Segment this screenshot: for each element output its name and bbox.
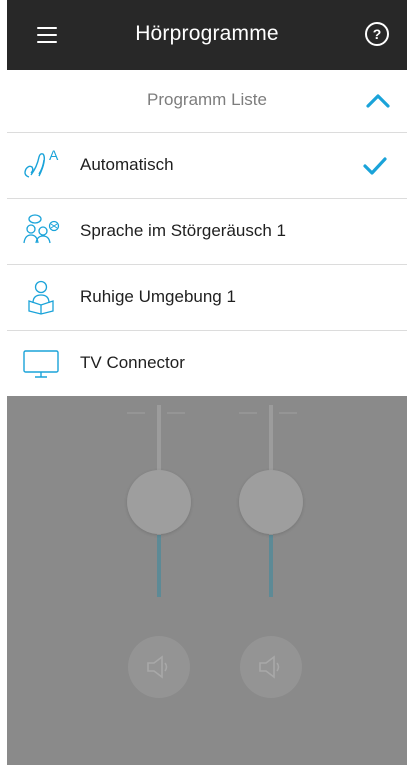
svg-text:A: A bbox=[49, 147, 59, 163]
speaker-icon bbox=[147, 655, 168, 679]
right-volume-fill bbox=[269, 535, 273, 597]
program-list-header[interactable]: Programm Liste bbox=[7, 70, 407, 133]
right-mute-button[interactable] bbox=[240, 636, 302, 698]
help-icon[interactable]: ? bbox=[365, 22, 389, 46]
app-screen: Hörprogramme ? Programm Liste A Automati… bbox=[7, 0, 407, 765]
slider-tick bbox=[279, 412, 297, 414]
hearing-aid-auto-icon: A bbox=[24, 147, 59, 178]
left-volume-fill bbox=[157, 535, 161, 597]
tv-icon bbox=[23, 350, 59, 378]
program-item-sprache-im-stoergeraeusch-1[interactable]: Sprache im Störgeräusch 1 bbox=[7, 199, 407, 265]
program-item-ruhige-umgebung-1[interactable]: Ruhige Umgebung 1 bbox=[7, 265, 407, 331]
slider-tick bbox=[167, 412, 185, 414]
program-item-label: Sprache im Störgeräusch 1 bbox=[80, 221, 286, 240]
slider-tick bbox=[127, 412, 145, 414]
program-item-label: Ruhige Umgebung 1 bbox=[80, 287, 236, 306]
program-item-label: TV Connector bbox=[80, 353, 185, 372]
quiet-reading-icon bbox=[28, 280, 54, 315]
speech-in-noise-icon bbox=[23, 214, 60, 244]
program-list-dropdown: Programm Liste A Automatisch Sprache im … bbox=[7, 70, 407, 396]
chevron-up-icon[interactable] bbox=[365, 90, 391, 110]
program-item-automatisch[interactable]: A Automatisch bbox=[7, 133, 407, 199]
speaker-icon bbox=[259, 655, 280, 679]
left-mute-button[interactable] bbox=[128, 636, 190, 698]
app-header: Hörprogramme ? bbox=[7, 0, 407, 70]
program-item-label: Automatisch bbox=[80, 155, 174, 174]
left-volume-knob[interactable] bbox=[127, 470, 191, 534]
right-volume-knob[interactable] bbox=[239, 470, 303, 534]
program-list-title: Programm Liste bbox=[147, 90, 267, 109]
program-item-tv-connector[interactable]: TV Connector bbox=[7, 331, 407, 396]
page-title: Hörprogramme bbox=[135, 22, 279, 45]
checkmark-icon bbox=[363, 157, 387, 175]
slider-tick bbox=[239, 412, 257, 414]
